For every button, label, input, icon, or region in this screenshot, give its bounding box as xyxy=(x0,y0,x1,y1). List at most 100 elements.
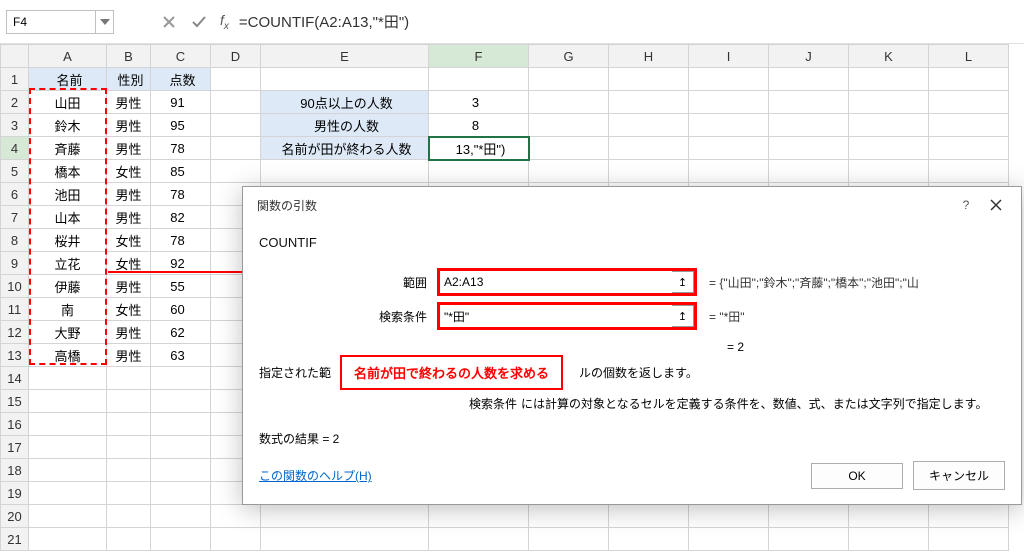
row-header[interactable]: 16 xyxy=(1,413,29,436)
cell[interactable]: 60 xyxy=(151,298,211,321)
cell[interactable] xyxy=(529,505,609,528)
cell[interactable]: 南 xyxy=(29,298,107,321)
cell[interactable] xyxy=(151,367,211,390)
cell[interactable] xyxy=(609,137,689,160)
row-header[interactable]: 4 xyxy=(1,137,29,160)
cell[interactable] xyxy=(261,528,429,551)
dialog-close-icon[interactable] xyxy=(981,190,1011,220)
cell[interactable] xyxy=(849,528,929,551)
cell[interactable] xyxy=(211,137,261,160)
cell[interactable]: 3 xyxy=(429,91,529,114)
cell[interactable] xyxy=(211,91,261,114)
cell[interactable]: 鈴木 xyxy=(29,114,107,137)
cell[interactable] xyxy=(529,68,609,91)
cell[interactable] xyxy=(29,390,107,413)
cell[interactable] xyxy=(849,160,929,183)
cell[interactable]: 立花 xyxy=(29,252,107,275)
dialog-help-icon[interactable]: ? xyxy=(951,190,981,220)
cell[interactable] xyxy=(769,160,849,183)
cell[interactable] xyxy=(849,91,929,114)
cell[interactable] xyxy=(107,482,151,505)
cell[interactable] xyxy=(609,528,689,551)
cell[interactable] xyxy=(609,68,689,91)
cell[interactable]: 91 xyxy=(151,91,211,114)
arg-range-input[interactable] xyxy=(440,271,672,293)
cell[interactable] xyxy=(107,436,151,459)
cell[interactable] xyxy=(211,160,261,183)
cell[interactable] xyxy=(107,390,151,413)
cell[interactable]: 男性 xyxy=(107,344,151,367)
cell[interactable]: 点数 xyxy=(151,68,211,91)
cell[interactable]: 男性 xyxy=(107,321,151,344)
cell[interactable] xyxy=(849,114,929,137)
select-all-corner[interactable] xyxy=(1,45,29,68)
cell[interactable] xyxy=(29,528,107,551)
row-header-1[interactable]: 1 xyxy=(1,68,29,91)
cell[interactable]: 性別 xyxy=(107,68,151,91)
row-header[interactable]: 17 xyxy=(1,436,29,459)
col-header-K[interactable]: K xyxy=(849,45,929,68)
cancel-formula-icon[interactable] xyxy=(154,7,184,37)
cell[interactable] xyxy=(211,114,261,137)
function-help-link[interactable]: この関数のヘルプ(H) xyxy=(259,467,372,484)
cell[interactable]: 橋本 xyxy=(29,160,107,183)
cell[interactable] xyxy=(609,114,689,137)
cell[interactable]: 8 xyxy=(429,114,529,137)
cell[interactable] xyxy=(529,137,609,160)
row-header[interactable]: 15 xyxy=(1,390,29,413)
cell[interactable] xyxy=(929,160,1009,183)
row-header[interactable]: 9 xyxy=(1,252,29,275)
col-header-G[interactable]: G xyxy=(529,45,609,68)
ok-button[interactable]: OK xyxy=(811,463,903,489)
row-header[interactable]: 8 xyxy=(1,229,29,252)
cell[interactable]: 大野 xyxy=(29,321,107,344)
cell[interactable] xyxy=(689,505,769,528)
cell[interactable]: 山田 xyxy=(29,91,107,114)
row-header[interactable]: 19 xyxy=(1,482,29,505)
col-header-C[interactable]: C xyxy=(151,45,211,68)
cell[interactable]: 女性 xyxy=(107,160,151,183)
cell[interactable]: 63 xyxy=(151,344,211,367)
cell[interactable] xyxy=(609,91,689,114)
row-header[interactable]: 12 xyxy=(1,321,29,344)
cell[interactable] xyxy=(261,160,429,183)
arg-range-refselect-icon[interactable]: ↥ xyxy=(672,271,694,293)
row-header[interactable]: 10 xyxy=(1,275,29,298)
cell[interactable]: 82 xyxy=(151,206,211,229)
row-header[interactable]: 13 xyxy=(1,344,29,367)
row-header[interactable]: 11 xyxy=(1,298,29,321)
row-header[interactable]: 3 xyxy=(1,114,29,137)
cell[interactable]: 名前 xyxy=(29,68,107,91)
cell[interactable] xyxy=(151,505,211,528)
cell[interactable]: 男性 xyxy=(107,183,151,206)
col-header-A[interactable]: A xyxy=(29,45,107,68)
cell[interactable] xyxy=(689,137,769,160)
cell[interactable]: 62 xyxy=(151,321,211,344)
cell[interactable] xyxy=(211,528,261,551)
cell[interactable] xyxy=(849,505,929,528)
col-header-H[interactable]: H xyxy=(609,45,689,68)
cell[interactable] xyxy=(107,528,151,551)
cell[interactable]: 78 xyxy=(151,137,211,160)
cell[interactable] xyxy=(689,114,769,137)
cell[interactable] xyxy=(529,528,609,551)
cell[interactable] xyxy=(107,505,151,528)
row-header[interactable]: 14 xyxy=(1,367,29,390)
cell[interactable]: 78 xyxy=(151,229,211,252)
cell[interactable] xyxy=(769,114,849,137)
cell[interactable] xyxy=(929,528,1009,551)
cell[interactable] xyxy=(151,413,211,436)
cell[interactable]: 伊藤 xyxy=(29,275,107,298)
cell[interactable] xyxy=(769,91,849,114)
cell[interactable] xyxy=(211,505,261,528)
cell[interactable] xyxy=(769,528,849,551)
cell[interactable] xyxy=(929,137,1009,160)
cell[interactable] xyxy=(151,390,211,413)
cell[interactable] xyxy=(849,137,929,160)
col-header-L[interactable]: L xyxy=(929,45,1009,68)
cell[interactable] xyxy=(29,367,107,390)
col-header-J[interactable]: J xyxy=(769,45,849,68)
cell[interactable]: 名前が田が終わる人数 xyxy=(261,137,429,160)
col-header-F[interactable]: F xyxy=(429,45,529,68)
cell[interactable] xyxy=(529,160,609,183)
